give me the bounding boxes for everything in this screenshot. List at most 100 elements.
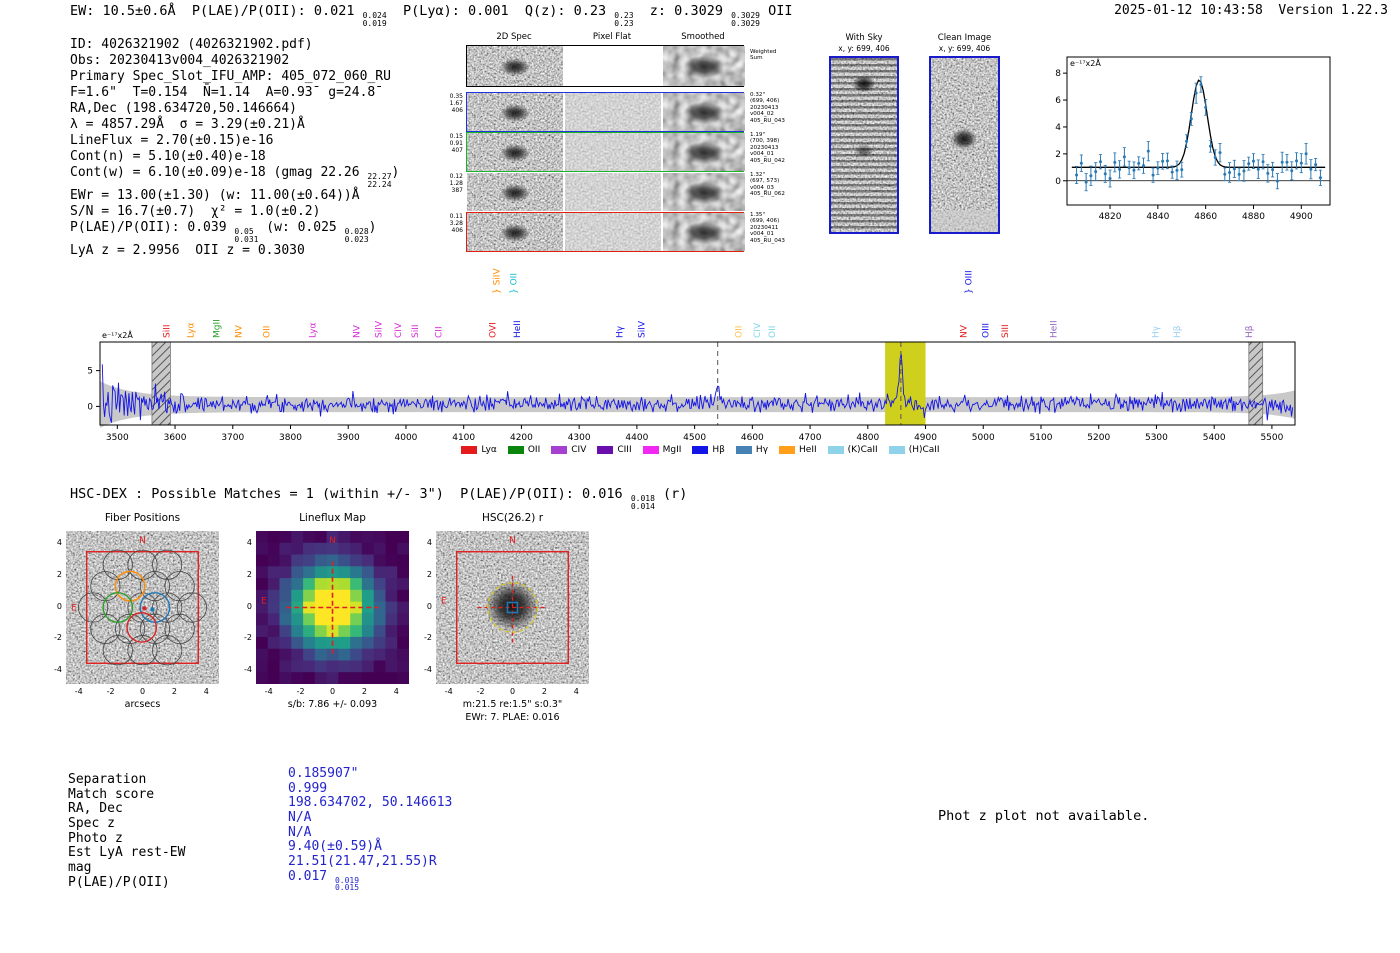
y-tick-label: -2 <box>424 633 432 643</box>
svg-text:4900: 4900 <box>1290 212 1313 222</box>
x-tick-label: 4 <box>573 687 579 696</box>
svg-text:MgII: MgII <box>213 319 223 338</box>
spec2d-row <box>466 45 745 87</box>
match-table-value: 198.634702, 50.146613 <box>288 795 453 811</box>
info-line: ID: 4026321902 (4026321902.pdf) <box>70 37 313 52</box>
col-header-smoothed: Smoothed <box>681 32 725 42</box>
fiber-positions-image: NE <box>66 531 219 684</box>
fiber-positions-panel: NE -4 -4 -2 -2 0 0 2 2 4 4 <box>54 531 219 696</box>
legend-item: CIV <box>551 445 586 455</box>
legend-label: MgII <box>662 445 682 455</box>
match-table-label: P(LAE)/P(OII) <box>68 874 170 890</box>
svg-text:Hβ: Hβ <box>1173 325 1183 338</box>
2d-spectra-grid: 2D Spec Pixel Flat Smoothed Weighted Sum… <box>450 32 785 255</box>
y-tick-label: 4 <box>246 537 252 547</box>
with-sky-panel: With Sky x, y: 699, 406 <box>828 33 900 238</box>
svg-text:5400: 5400 <box>1203 433 1226 443</box>
pixelflat-cell <box>565 213 661 251</box>
y-tick-label: 0 <box>56 601 62 611</box>
match-table-label: mag <box>68 860 92 876</box>
y-tick-label: -4 <box>244 665 252 675</box>
legend-swatch <box>461 446 478 454</box>
clean-image <box>929 56 1000 234</box>
legend-swatch <box>551 446 568 454</box>
spec2d-cell <box>467 133 563 171</box>
svg-text:4: 4 <box>1055 123 1061 133</box>
info-line: Cont(w) = 6.10(±0.09)e-18 (gmag 22.26 22… <box>70 165 400 189</box>
svg-text:3900: 3900 <box>337 433 360 443</box>
match-table-labels: Separation Match score RA, Dec Spec z Photo … <box>68 772 185 890</box>
info-line: F=1.6" T=0.154 N̄=1.14 A=0.93̄ g=24.8̄ <box>70 85 376 100</box>
svg-text:OII: OII <box>262 326 272 338</box>
svg-text:Lyα: Lyα <box>187 322 197 338</box>
y-tick-label: 2 <box>56 569 62 579</box>
svg-text:N: N <box>329 536 336 546</box>
svg-text:3600: 3600 <box>164 433 187 443</box>
svg-text:Hγ: Hγ <box>1151 325 1161 338</box>
svg-text:0: 0 <box>88 402 93 412</box>
match-table-label: Separation <box>68 772 147 787</box>
legend-item: (H)CaII <box>888 445 940 455</box>
svg-text:e⁻¹⁷x2Å: e⁻¹⁷x2Å <box>1070 57 1101 68</box>
svg-text:6: 6 <box>1055 96 1061 106</box>
svg-text:SiII: SiII <box>162 324 172 338</box>
hsc-cutout-image: NE <box>436 531 589 684</box>
lineflux-panel-title: Lineflux Map <box>299 512 366 524</box>
y-tick-label: 2 <box>246 569 252 579</box>
hetdex-detection-report: EW: 10.5±0.6Å P(LAE)/P(OII): 0.021 0.024… <box>0 0 1400 953</box>
spec2d-row <box>466 212 745 252</box>
svg-text:Lyα: Lyα <box>308 322 318 338</box>
info-line: S/N = 16.7(±0.7) χ² = 1.0(±0.2) <box>70 204 321 219</box>
match-table-value: 0.185907" <box>288 766 359 781</box>
smoothed-cell <box>663 173 745 211</box>
smoothed-cell <box>663 133 745 171</box>
y-tick-label: -4 <box>54 665 62 675</box>
svg-text:4600: 4600 <box>741 433 764 443</box>
legend-label: OII <box>527 445 541 455</box>
svg-text:} OII: } OII <box>509 273 519 294</box>
lineflux-map-panel: NE -4 -4 -2 -2 0 0 2 2 4 4 <box>244 531 409 696</box>
smoothed-cell <box>663 93 745 131</box>
svg-text:4500: 4500 <box>683 433 706 443</box>
hsc-caption-2: EWr: 7. PLAE: 0.016 <box>465 712 560 723</box>
svg-text:SiIV: SiIV <box>374 320 384 338</box>
legend-swatch <box>642 446 659 454</box>
svg-text:SIII: SIII <box>1001 324 1011 338</box>
y-tick-label: -2 <box>54 633 62 643</box>
legend-label: Hγ <box>755 445 769 455</box>
legend-swatch <box>692 446 709 454</box>
legend-label: HeII <box>799 445 817 455</box>
lineflux-map-image: NE <box>256 531 409 684</box>
svg-text:OIII: OIII <box>982 323 992 338</box>
y-tick-label: 4 <box>426 537 432 547</box>
y-tick-label: -2 <box>244 633 252 643</box>
svg-text:HeII: HeII <box>1050 320 1060 338</box>
svg-text:4820: 4820 <box>1099 212 1122 222</box>
match-table-value: N/A <box>288 824 312 840</box>
spec2d-row <box>466 92 745 132</box>
row-annotation: Weighted Sum <box>750 49 777 62</box>
legend-swatch <box>827 446 844 454</box>
info-line: RA,Dec (198.634720,50.146664) <box>70 101 297 116</box>
svg-text:4000: 4000 <box>395 433 418 443</box>
svg-text:e⁻¹⁷x2Å: e⁻¹⁷x2Å <box>102 329 133 340</box>
svg-text:N: N <box>139 536 146 546</box>
zoom-spectrum-chart: 0 2 4 6 8 4820 4840 4860 4880 4900 e⁻¹⁷x2Å <box>1055 56 1331 222</box>
info-line: Primary Spec_Slot_IFU_AMP: 405_072_060_R… <box>70 69 391 84</box>
spec2d-row <box>466 132 745 172</box>
row-stats: 0.12 1.28 387 <box>449 173 463 194</box>
hsc-cutout-panel: NE -4 -4 -2 -2 0 0 2 2 4 4 <box>424 531 589 696</box>
legend-label: Hβ <box>712 445 725 455</box>
y-tick-label: -4 <box>424 665 432 675</box>
full-spectrum-chart: 3500 3600 3700 3800 3900 4000 4100 4200 4300 4400… <box>88 268 1296 443</box>
legend-item: Hγ <box>735 445 769 455</box>
legend-item: Lyα <box>461 445 497 455</box>
x-tick-label: -2 <box>296 687 305 696</box>
info-line: LineFlux = 2.70(±0.15)e-16 <box>70 133 274 148</box>
svg-text:OVI: OVI <box>489 322 499 338</box>
x-tick-label: -2 <box>106 687 115 696</box>
legend-item: CIII <box>597 445 632 455</box>
info-line: LyA z = 2.9956 OII z = 0.3030 <box>70 243 305 258</box>
legend-item: HeII <box>779 445 817 455</box>
x-tick-label: -4 <box>444 687 453 696</box>
